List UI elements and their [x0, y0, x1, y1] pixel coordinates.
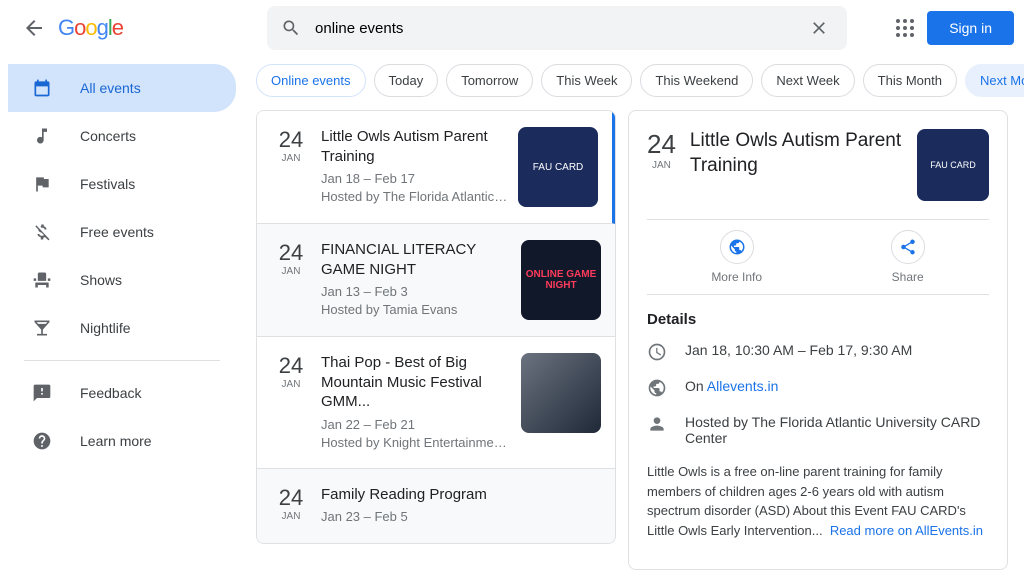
chip-online-events[interactable]: Online events — [256, 64, 366, 97]
detail-when: Jan 18, 10:30 AM – Feb 17, 9:30 AM — [685, 342, 912, 358]
sidebar-item-all-events[interactable]: All events — [8, 64, 236, 112]
event-date: 24JAN — [271, 353, 311, 452]
source-link[interactable]: Allevents.in — [707, 378, 779, 394]
calendar-icon — [32, 78, 56, 98]
back-arrow-icon[interactable] — [22, 16, 46, 40]
event-title: FINANCIAL LITERACY GAME NIGHT — [321, 240, 511, 279]
flag-icon — [32, 174, 56, 194]
google-logo[interactable]: Google — [58, 15, 123, 41]
event-host: Hosted by Knight Entertainment ... — [321, 434, 511, 452]
event-host: Hosted by The Florida Atlantic U... — [321, 188, 508, 206]
search-input[interactable] — [315, 20, 805, 37]
detail-title: Little Owls Autism Parent Training — [690, 129, 903, 178]
sidebar-item-label: Free events — [80, 224, 154, 240]
details-heading: Details — [647, 311, 989, 328]
sidebar-item-festivals[interactable]: Festivals — [8, 160, 236, 208]
sidebar-item-label: All events — [80, 80, 141, 96]
event-title: Little Owls Autism Parent Training — [321, 127, 508, 166]
sidebar-item-free-events[interactable]: Free events — [8, 208, 236, 256]
person-icon — [647, 414, 667, 434]
event-title: Family Reading Program — [321, 485, 601, 505]
sidebar-item-label: Feedback — [80, 385, 141, 401]
event-thumbnail: FAU CARD — [518, 127, 598, 207]
detail-description: Little Owls is a free on-line parent tra… — [647, 462, 989, 540]
sign-in-button[interactable]: Sign in — [927, 11, 1014, 45]
sidebar-item-label: Learn more — [80, 433, 152, 449]
filter-chips: Online events Today Tomorrow This Week T… — [256, 64, 1024, 97]
share-button[interactable]: Share — [891, 230, 925, 284]
event-dates: Jan 22 – Feb 21 — [321, 416, 511, 434]
seat-icon — [32, 270, 56, 290]
feedback-icon — [32, 383, 56, 403]
chip-next-month[interactable]: Next Month — [965, 64, 1024, 97]
event-host: Hosted by Tamia Evans — [321, 301, 511, 319]
sidebar-item-concerts[interactable]: Concerts — [8, 112, 236, 160]
cocktail-icon — [32, 318, 56, 338]
sidebar-item-label: Concerts — [80, 128, 136, 144]
event-card[interactable]: 24JAN Thai Pop - Best of Big Mountain Mu… — [257, 337, 615, 469]
event-dates: Jan 18 – Feb 17 — [321, 170, 508, 188]
share-icon — [891, 230, 925, 264]
detail-thumbnail: FAU CARD — [917, 129, 989, 201]
sidebar-item-shows[interactable]: Shows — [8, 256, 236, 304]
event-dates: Jan 13 – Feb 3 — [321, 283, 511, 301]
chip-next-week[interactable]: Next Week — [761, 64, 854, 97]
globe-icon — [720, 230, 754, 264]
event-card[interactable]: 24JAN Family Reading Program Jan 23 – Fe… — [257, 469, 615, 543]
clock-icon — [647, 342, 667, 362]
event-card[interactable]: 24JAN Little Owls Autism Parent Training… — [257, 111, 615, 224]
chip-this-weekend[interactable]: This Weekend — [640, 64, 753, 97]
help-icon — [32, 431, 56, 451]
event-date: 24JAN — [271, 485, 311, 527]
sidebar-item-label: Shows — [80, 272, 122, 288]
event-card[interactable]: 24JAN FINANCIAL LITERACY GAME NIGHT Jan … — [257, 224, 615, 337]
event-date: 24JAN — [271, 240, 311, 320]
chip-tomorrow[interactable]: Tomorrow — [446, 64, 533, 97]
read-more-link[interactable]: Read more on AllEvents.in — [830, 523, 983, 538]
apps-grid-icon[interactable] — [893, 16, 917, 40]
search-bar[interactable] — [267, 6, 847, 50]
event-detail-panel: 24JAN Little Owls Autism Parent Training… — [628, 110, 1008, 570]
sidebar-item-label: Festivals — [80, 176, 135, 192]
globe-icon — [647, 378, 667, 398]
search-icon — [281, 18, 301, 38]
event-thumbnail — [521, 353, 601, 433]
sidebar: All events Concerts Festivals Free event… — [0, 56, 236, 473]
event-title: Thai Pop - Best of Big Mountain Music Fe… — [321, 353, 511, 412]
chip-this-week[interactable]: This Week — [541, 64, 632, 97]
event-dates: Jan 23 – Feb 5 — [321, 508, 601, 526]
sidebar-item-feedback[interactable]: Feedback — [8, 369, 236, 417]
detail-host: Hosted by The Florida Atlantic Universit… — [685, 414, 989, 446]
chip-today[interactable]: Today — [374, 64, 439, 97]
detail-date: 24JAN — [647, 129, 676, 171]
detail-source: On Allevents.in — [685, 378, 778, 394]
sidebar-item-learn-more[interactable]: Learn more — [8, 417, 236, 465]
sidebar-item-label: Nightlife — [80, 320, 131, 336]
music-note-icon — [32, 126, 56, 146]
event-date: 24JAN — [271, 127, 311, 207]
sidebar-divider — [24, 360, 220, 361]
event-results-list: 24JAN Little Owls Autism Parent Training… — [256, 110, 616, 544]
sidebar-item-nightlife[interactable]: Nightlife — [8, 304, 236, 352]
event-thumbnail: ONLINE GAME NIGHT — [521, 240, 601, 320]
clear-icon[interactable] — [805, 14, 833, 42]
money-off-icon — [32, 222, 56, 242]
chip-this-month[interactable]: This Month — [863, 64, 957, 97]
more-info-button[interactable]: More Info — [711, 230, 762, 284]
